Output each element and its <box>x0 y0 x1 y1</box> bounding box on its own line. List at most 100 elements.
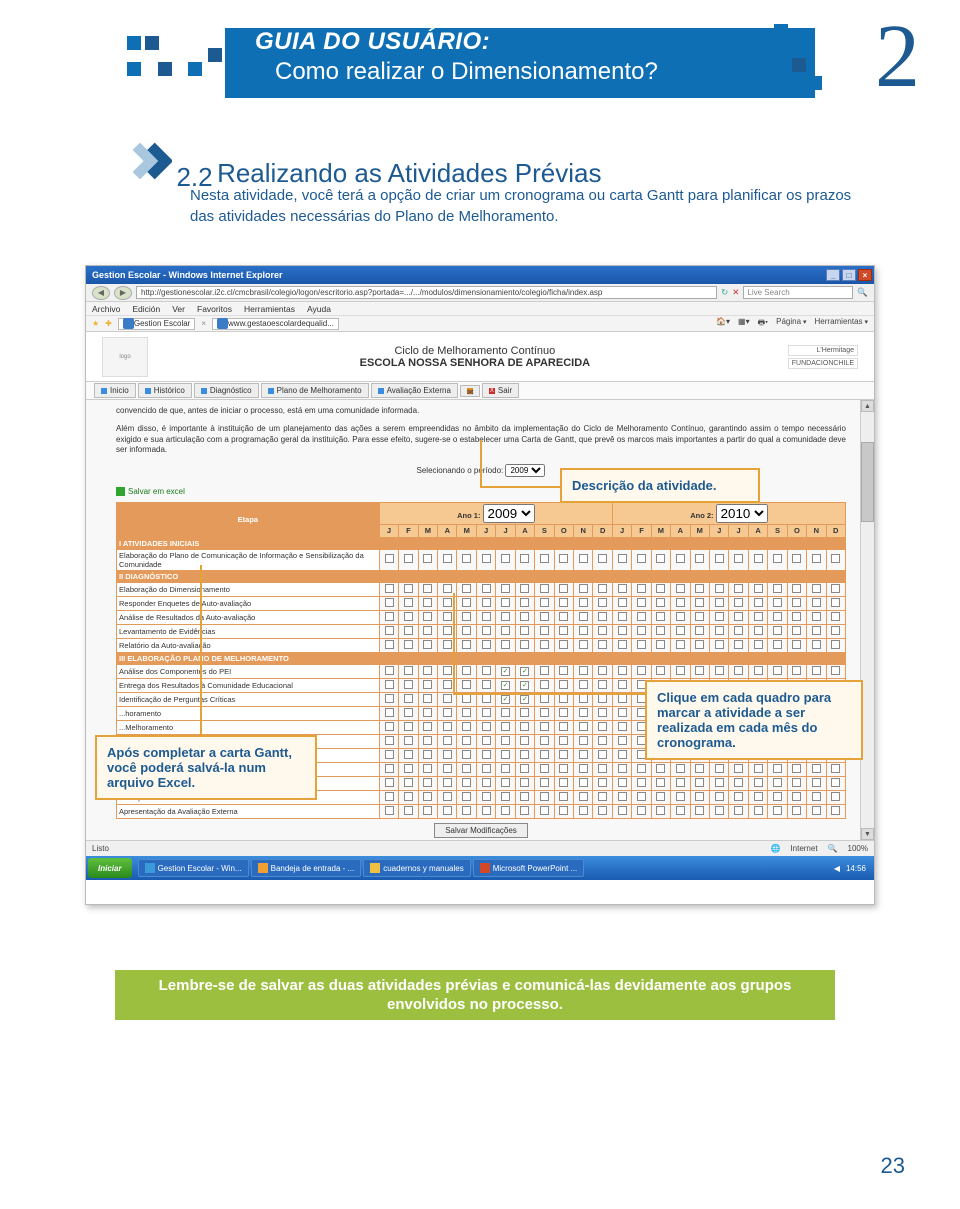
gantt-checkbox[interactable] <box>501 764 510 773</box>
gantt-checkbox[interactable] <box>831 584 840 593</box>
gantt-checkbox[interactable] <box>676 640 685 649</box>
gantt-checkbox[interactable] <box>423 764 432 773</box>
gantt-checkbox[interactable] <box>579 722 588 731</box>
minimize-icon[interactable]: _ <box>826 269 840 281</box>
browser-menu-item[interactable]: Ver <box>172 304 185 314</box>
gantt-checkbox[interactable] <box>385 722 394 731</box>
gantt-checkbox[interactable] <box>540 554 549 563</box>
gantt-checkbox[interactable] <box>579 708 588 717</box>
gantt-checkbox[interactable] <box>598 722 607 731</box>
gantt-checkbox[interactable] <box>482 666 491 675</box>
gantt-checkbox[interactable] <box>792 806 801 815</box>
gantt-checkbox[interactable] <box>754 612 763 621</box>
gantt-checkbox[interactable] <box>618 764 627 773</box>
gantt-checkbox[interactable] <box>695 764 704 773</box>
gantt-checkbox[interactable] <box>385 680 394 689</box>
gantt-checkbox[interactable] <box>385 598 394 607</box>
gantt-checkbox[interactable] <box>540 598 549 607</box>
gantt-checkbox[interactable] <box>676 764 685 773</box>
gantt-checkbox[interactable] <box>501 750 510 759</box>
gantt-checkbox[interactable] <box>540 722 549 731</box>
gantt-checkbox[interactable] <box>520 708 529 717</box>
gantt-checkbox[interactable] <box>812 554 821 563</box>
gantt-checkbox[interactable] <box>443 806 452 815</box>
gantt-checkbox[interactable] <box>618 626 627 635</box>
gantt-checkbox[interactable] <box>792 640 801 649</box>
gantt-checkbox[interactable] <box>676 666 685 675</box>
gantt-checkbox[interactable] <box>462 626 471 635</box>
gantt-checkbox[interactable] <box>734 584 743 593</box>
close-icon[interactable]: × <box>858 269 872 281</box>
gantt-checkbox[interactable] <box>618 806 627 815</box>
gantt-checkbox[interactable] <box>520 750 529 759</box>
gantt-checkbox[interactable] <box>754 584 763 593</box>
gantt-checkbox[interactable] <box>501 584 510 593</box>
gantt-checkbox[interactable] <box>579 554 588 563</box>
gantt-checkbox[interactable] <box>812 598 821 607</box>
gantt-checkbox[interactable] <box>812 764 821 773</box>
gantt-checkbox[interactable] <box>598 792 607 801</box>
gantt-checkbox[interactable] <box>831 640 840 649</box>
gantt-checkbox[interactable] <box>559 612 568 621</box>
gantt-checkbox[interactable] <box>579 750 588 759</box>
add-favorites-icon[interactable]: ✚ <box>105 319 112 328</box>
gantt-checkbox[interactable] <box>656 598 665 607</box>
gantt-checkbox[interactable] <box>540 680 549 689</box>
gantt-checkbox[interactable] <box>831 764 840 773</box>
app-tab[interactable]: Inicio <box>94 383 136 398</box>
gantt-checkbox[interactable] <box>520 695 529 704</box>
gantt-checkbox[interactable] <box>559 598 568 607</box>
scroll-up-icon[interactable]: ▲ <box>861 400 874 412</box>
gantt-checkbox[interactable] <box>792 584 801 593</box>
gantt-checkbox[interactable] <box>501 736 510 745</box>
gantt-checkbox[interactable] <box>385 694 394 703</box>
gantt-checkbox[interactable] <box>831 792 840 801</box>
gantt-checkbox[interactable] <box>404 806 413 815</box>
gantt-checkbox[interactable] <box>734 626 743 635</box>
gantt-checkbox[interactable] <box>812 806 821 815</box>
gantt-checkbox[interactable] <box>404 764 413 773</box>
gantt-checkbox[interactable] <box>598 708 607 717</box>
gantt-checkbox[interactable] <box>559 778 568 787</box>
gantt-checkbox[interactable] <box>598 554 607 563</box>
gantt-checkbox[interactable] <box>482 764 491 773</box>
gantt-checkbox[interactable] <box>637 764 646 773</box>
refresh-icon[interactable]: ↻ <box>721 287 728 298</box>
gantt-checkbox[interactable] <box>618 666 627 675</box>
gantt-checkbox[interactable] <box>540 736 549 745</box>
gantt-checkbox[interactable] <box>482 612 491 621</box>
gantt-checkbox[interactable] <box>559 640 568 649</box>
gantt-checkbox[interactable] <box>656 806 665 815</box>
gantt-checkbox[interactable] <box>734 792 743 801</box>
feed-icon[interactable]: ▦▾ <box>738 317 750 331</box>
gantt-checkbox[interactable] <box>443 778 452 787</box>
gantt-checkbox[interactable] <box>637 584 646 593</box>
gantt-checkbox[interactable] <box>501 612 510 621</box>
gantt-checkbox[interactable] <box>540 626 549 635</box>
gantt-checkbox[interactable] <box>540 764 549 773</box>
taskbar-tab[interactable]: Gestion Escolar - Win... <box>138 859 249 877</box>
gantt-checkbox[interactable] <box>540 584 549 593</box>
taskbar-tab[interactable]: Bandeja de entrada - ... <box>251 859 362 877</box>
gantt-checkbox[interactable] <box>501 695 510 704</box>
gantt-checkbox[interactable] <box>385 736 394 745</box>
gantt-checkbox[interactable] <box>734 666 743 675</box>
gantt-checkbox[interactable] <box>618 640 627 649</box>
gantt-checkbox[interactable] <box>831 598 840 607</box>
gantt-checkbox[interactable] <box>676 792 685 801</box>
gantt-checkbox[interactable] <box>715 554 724 563</box>
gantt-checkbox[interactable] <box>598 764 607 773</box>
gantt-checkbox[interactable] <box>618 554 627 563</box>
gantt-checkbox[interactable] <box>695 778 704 787</box>
gantt-checkbox[interactable] <box>423 640 432 649</box>
gantt-checkbox[interactable] <box>773 792 782 801</box>
gantt-checkbox[interactable] <box>812 612 821 621</box>
gantt-checkbox[interactable] <box>540 640 549 649</box>
gantt-checkbox[interactable] <box>637 612 646 621</box>
gantt-checkbox[interactable] <box>831 806 840 815</box>
gantt-checkbox[interactable] <box>598 750 607 759</box>
gantt-checkbox[interactable] <box>637 792 646 801</box>
app-tab[interactable]: Histórico <box>138 383 192 398</box>
gantt-checkbox[interactable] <box>695 554 704 563</box>
gantt-checkbox[interactable] <box>482 640 491 649</box>
